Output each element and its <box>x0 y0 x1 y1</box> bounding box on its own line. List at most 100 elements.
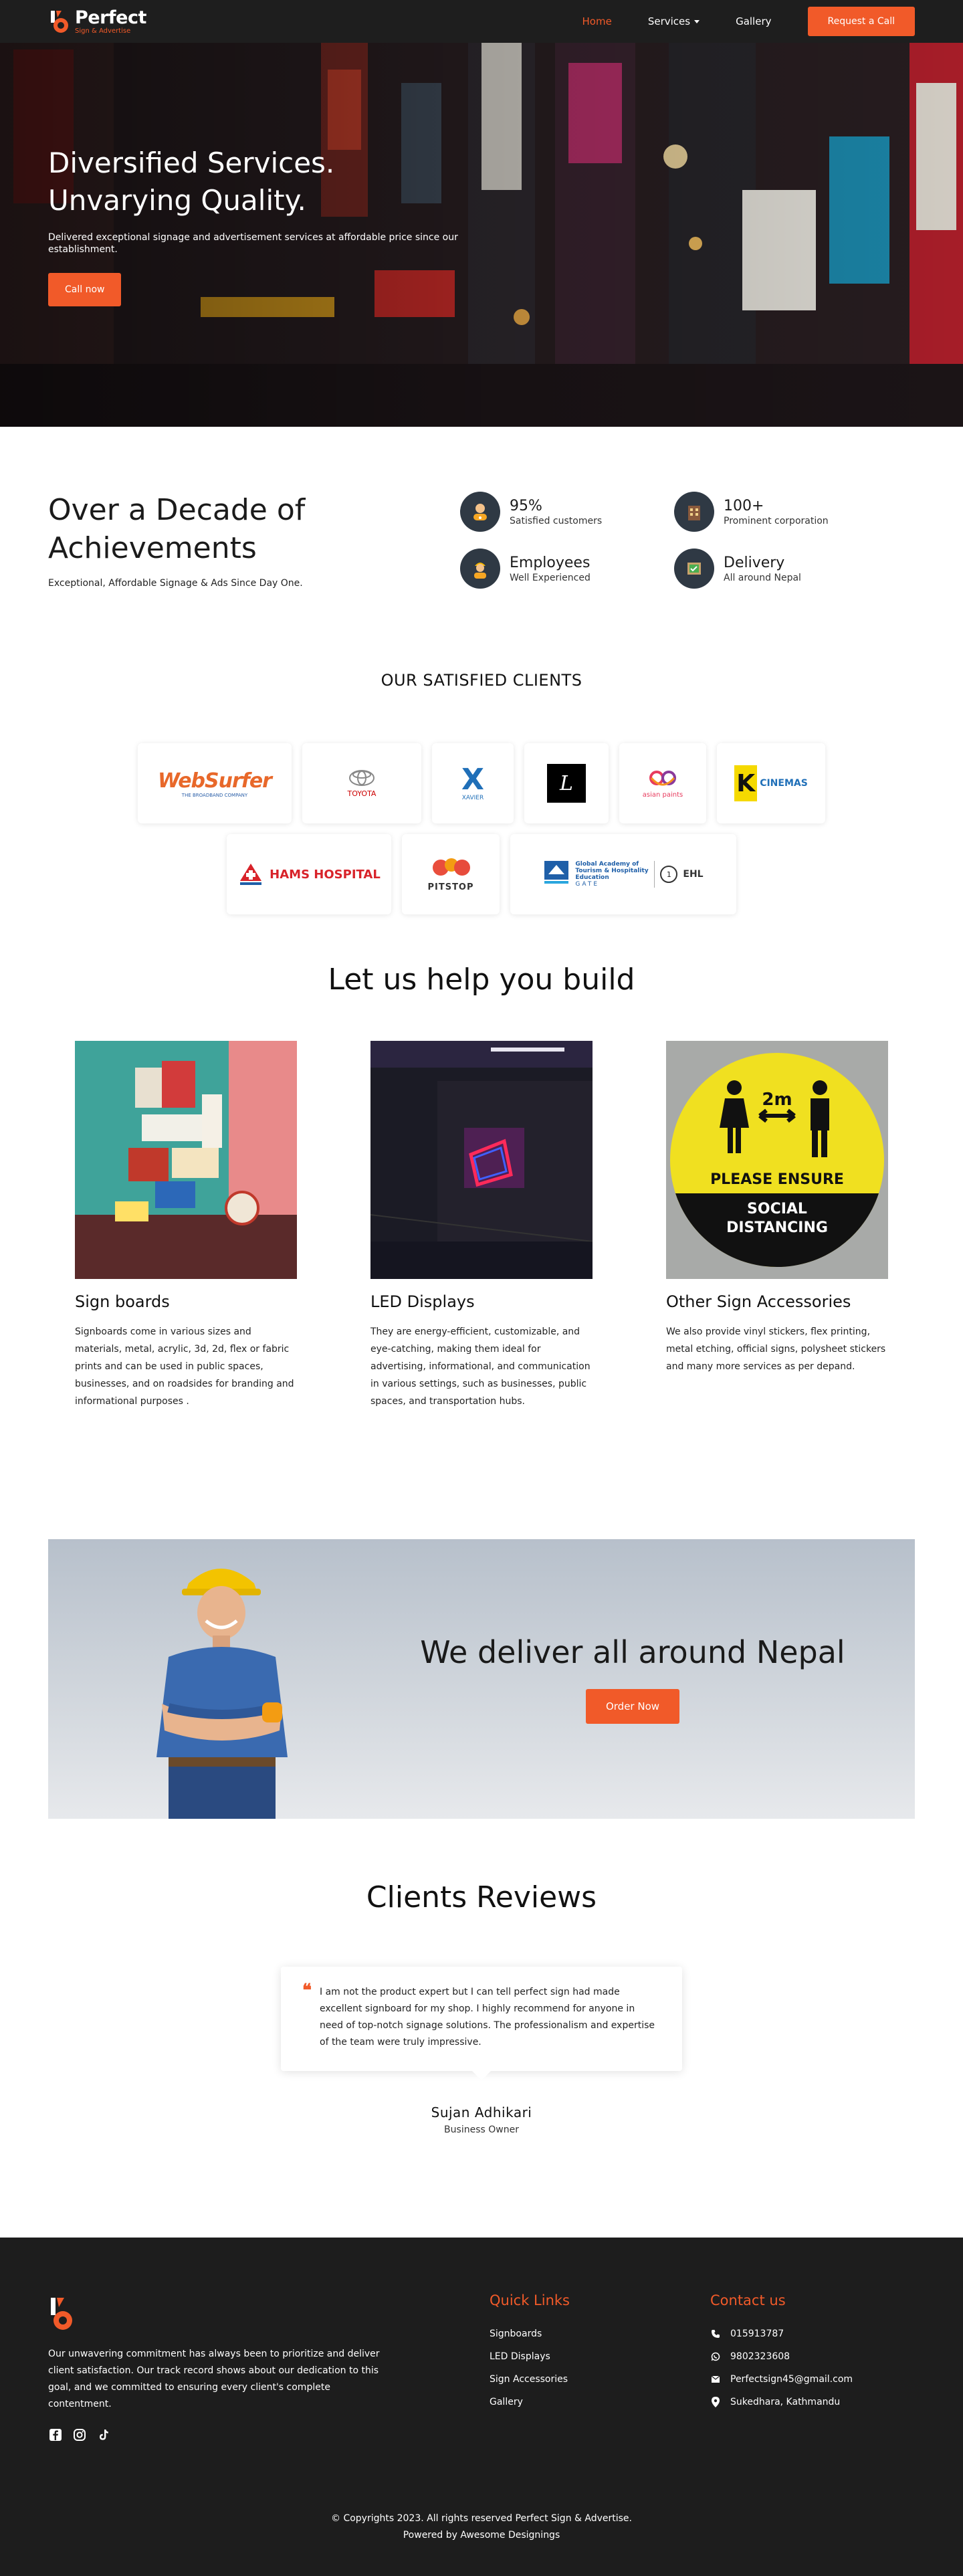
stat-value: Employees <box>510 554 591 571</box>
sign-line1-text: PLEASE ENSURE <box>710 1171 844 1188</box>
client-name: GATE <box>575 881 600 888</box>
brand-tagline: Sign & Advertise <box>75 27 131 35</box>
service-description: Signboards come in various sizes and mat… <box>75 1326 294 1407</box>
nav-services[interactable]: Services <box>630 15 718 27</box>
quick-links-title: Quick Links <box>490 2292 570 2308</box>
client-logo-asianpaints: asian paints <box>619 743 706 823</box>
sign-distance-text: 2m <box>762 1090 792 1110</box>
achievements-subtitle: Exceptional, Affordable Signage & Ads Si… <box>48 578 303 589</box>
led-display-image <box>370 1041 593 1279</box>
client-logo-websurfer: WebSurfer THE BROADBAND COMPANY <box>138 743 292 823</box>
service-description: We also provide vinyl stickers, flex pri… <box>666 1326 886 1372</box>
footer-link-accessories[interactable]: Sign Accessories <box>490 2374 710 2385</box>
clients-logo-grid: WebSurfer THE BROADBAND COMPANY TOYOTA X… <box>137 743 826 914</box>
whatsapp-icon <box>710 2352 721 2361</box>
footer-about-text: Our unwavering commitment has always bee… <box>48 2349 380 2409</box>
contact-whatsapp[interactable]: 9802323608 <box>710 2351 853 2362</box>
contact-title: Contact us <box>710 2292 786 2308</box>
stat-value: Delivery <box>724 554 785 571</box>
email-icon <box>710 2375 721 2383</box>
footer-link-gallery[interactable]: Gallery <box>490 2397 710 2407</box>
client-logo-l: L <box>524 743 609 823</box>
contact-location-text: Sukedhara, Kathmandu <box>730 2397 841 2407</box>
clients-heading: OUR SATISFIED CLIENTS <box>381 671 582 690</box>
contact-email-text: Perfectsign45@gmail.com <box>730 2374 853 2385</box>
worker-icon <box>460 548 500 589</box>
delivery-title: We deliver all around Nepal <box>420 1634 845 1670</box>
client-logo-toyota: TOYOTA <box>302 743 421 823</box>
stat-label: Well Experienced <box>510 572 591 583</box>
footer-link-led[interactable]: LED Displays <box>490 2351 710 2362</box>
service-card-led: LED Displays They are energy-efficient, … <box>370 1041 593 1410</box>
client-name: WebSurfer <box>158 769 272 793</box>
footer: Our unwavering commitment has always bee… <box>0 2238 963 2576</box>
stat-delivery: Delivery All around Nepal <box>674 548 888 589</box>
contact-location[interactable]: Sukedhara, Kathmandu <box>710 2397 853 2407</box>
navbar: Perfect Sign & Advertise Home Services G… <box>0 0 963 43</box>
brand-logo-link[interactable]: Perfect Sign & Advertise <box>48 8 146 35</box>
client-name: PITSTOP <box>427 882 474 892</box>
review-text: I am not the product expert but I can te… <box>320 1987 655 2048</box>
stat-label: Satisfied customers <box>510 515 603 526</box>
chevron-down-icon <box>694 20 700 23</box>
client-logo-xavier: X XAVIER <box>432 743 514 823</box>
facebook-icon[interactable] <box>48 2428 63 2442</box>
client-logo-hams: HAMS HOSPITAL <box>227 834 391 914</box>
nav-services-label: Services <box>647 15 691 27</box>
delivery-icon <box>674 548 714 589</box>
service-name: Sign boards <box>75 1292 170 1311</box>
request-call-button[interactable]: Request a Call <box>807 7 915 36</box>
service-name: Other Sign Accessories <box>666 1292 851 1311</box>
service-description: They are energy-efficient, customizable,… <box>370 1326 591 1407</box>
powered-by-text: Powered by Awesome Designings <box>403 2530 560 2541</box>
brand-logo-icon <box>48 8 71 35</box>
social-links <box>48 2428 490 2442</box>
contact-phone[interactable]: 015913787 <box>710 2329 853 2339</box>
quote-icon: ❝ <box>302 1981 312 2001</box>
copyright-text: © Copyrights 2023. All rights reserved P… <box>331 2513 632 2524</box>
client-logo-cinemas: K CINEMAS <box>717 743 825 823</box>
reviews-title: Clients Reviews <box>366 1880 597 1914</box>
services-title: Let us help you build <box>328 963 635 997</box>
call-now-button[interactable]: Call now <box>48 273 122 306</box>
social-distancing-sign-image: 2m PLEASE ENSURE SOCIAL DISTANCING <box>666 1041 888 1279</box>
hero-title-line2: Unvarying Quality. <box>48 184 306 217</box>
services-section: Let us help you build Sign boards Signbo… <box>0 963 963 1539</box>
signboards-image <box>75 1041 297 1279</box>
order-now-button[interactable]: Order Now <box>585 1689 680 1724</box>
client-logo-pitstop: PITSTOP <box>402 834 500 914</box>
tiktok-icon[interactable] <box>96 2428 111 2442</box>
nav-links: Home Services Gallery Request a Call <box>564 7 915 36</box>
service-name: LED Displays <box>370 1292 475 1311</box>
stat-value: 100+ <box>724 497 764 514</box>
nav-gallery[interactable]: Gallery <box>718 15 789 27</box>
copyright: © Copyrights 2023. All rights reserved P… <box>0 2510 963 2544</box>
client-name: TOYOTA <box>347 789 377 798</box>
footer-link-signboards[interactable]: Signboards <box>490 2329 710 2339</box>
reviewer-name: Sujan Adhikari <box>431 2104 532 2120</box>
reviewer-role: Business Owner <box>444 2124 519 2135</box>
contact-whatsapp-text: 9802323608 <box>730 2351 790 2362</box>
contact-email[interactable]: Perfectsign45@gmail.com <box>710 2374 853 2385</box>
delivery-banner: We deliver all around Nepal Order Now <box>48 1539 915 1819</box>
stat-satisfied: 95% Satisfied customers <box>460 491 674 532</box>
nav-home[interactable]: Home <box>564 15 630 27</box>
construction-worker-image <box>142 1557 302 1819</box>
client-logo-gate: Global Academy of Tourism & Hospitality … <box>510 834 736 914</box>
hero-subtitle: Delivered exceptional signage and advert… <box>48 232 458 255</box>
service-card-signboards: Sign boards Signboards come in various s… <box>75 1041 297 1410</box>
location-icon <box>710 2397 721 2407</box>
client-name: CINEMAS <box>760 778 808 789</box>
brand-name: Perfect <box>75 7 146 28</box>
client-name: XAVIER <box>461 795 484 801</box>
stat-value: 95% <box>510 497 542 514</box>
achievements-title: Over a Decade of Achievements <box>48 493 306 565</box>
services-grid: Sign boards Signboards come in various s… <box>75 1041 888 1410</box>
instagram-icon[interactable] <box>72 2428 87 2442</box>
service-card-accessories: 2m PLEASE ENSURE SOCIAL DISTANCING Other… <box>666 1041 888 1410</box>
client-name: asian paints <box>642 791 683 799</box>
achievements-section: Over a Decade of Achievements Exceptiona… <box>0 427 963 671</box>
contact-phone-text: 015913787 <box>730 2329 784 2339</box>
sign-line2-text: SOCIAL <box>747 1201 807 1217</box>
building-icon <box>674 491 714 532</box>
